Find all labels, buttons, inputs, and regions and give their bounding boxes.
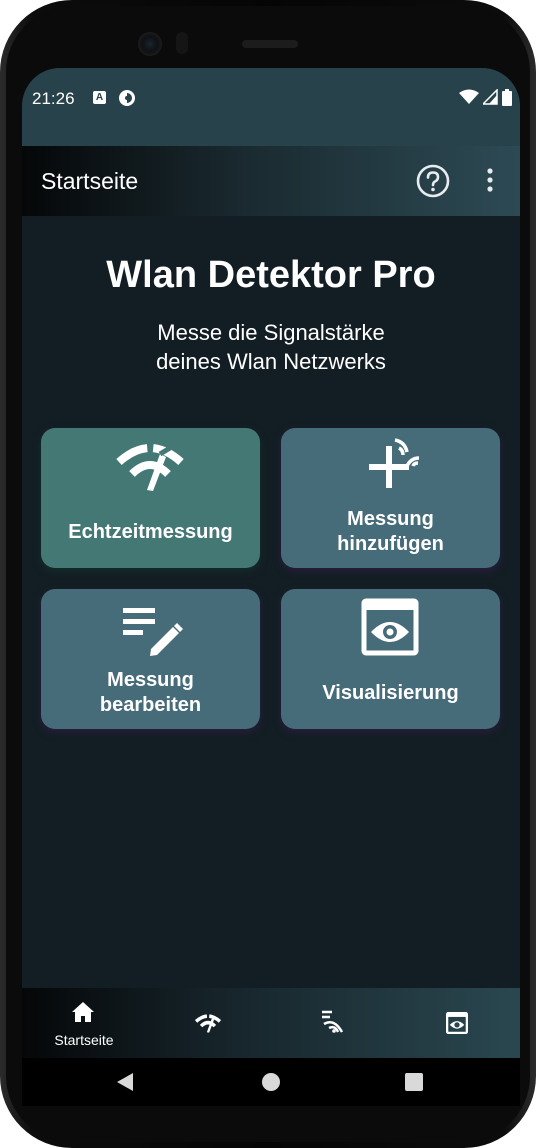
nav-item-visualization[interactable]: [394, 988, 518, 1058]
a-box-icon: A: [93, 91, 106, 104]
help-button[interactable]: [416, 164, 450, 198]
tile-label-line-2: hinzufügen: [337, 533, 444, 555]
system-status-icons: [459, 88, 512, 106]
screen: 21:26 A Startseite Wlan Detektor Pro Mes…: [22, 68, 520, 1106]
app-subtitle: Messe die Signalstärke deines Wlan Netzw…: [22, 318, 520, 376]
eye-frame-icon: [446, 1012, 468, 1034]
back-icon[interactable]: [115, 1072, 135, 1092]
cell-signal-icon: [483, 89, 498, 105]
tile-label-line-1: Messung: [107, 669, 194, 691]
nav-item-startseite[interactable]: Startseite: [22, 988, 146, 1058]
nav-item-realtime[interactable]: [146, 988, 270, 1058]
signal-waves-icon: [322, 1010, 344, 1033]
visualization-button[interactable]: Visualisierung: [281, 589, 500, 729]
more-options-button[interactable]: [482, 166, 498, 196]
tile-label-line-1: Messung: [347, 508, 434, 530]
add-measurement-icon: [369, 438, 420, 488]
edit-measurement-button[interactable]: Messung bearbeiten: [41, 589, 260, 729]
wifi-icon: [459, 89, 479, 104]
data-saver-icon: [119, 90, 135, 106]
phone-frame: 21:26 A Startseite Wlan Detektor Pro Mes…: [0, 0, 536, 1148]
home-icon: [72, 1002, 94, 1022]
bottom-navigation: Startseite: [22, 988, 520, 1058]
realtime-measurement-button[interactable]: Echtzeitmessung: [41, 428, 260, 568]
status-time: 21:26: [32, 89, 75, 108]
home-circle-icon[interactable]: [261, 1072, 281, 1092]
recents-icon[interactable]: [404, 1072, 424, 1092]
subtitle-line-2: deines Wlan Netzwerks: [156, 349, 386, 374]
tile-label-group: Messung hinzufügen: [281, 507, 500, 557]
tile-label: Visualisierung: [322, 682, 459, 704]
status-bar: 21:26 A: [22, 68, 520, 146]
camera-icon: [138, 32, 162, 56]
eye-frame-icon: [361, 598, 419, 656]
subtitle-line-1: Messe die Signalstärke: [157, 320, 385, 345]
nav-label: Startseite: [54, 1032, 114, 1048]
tile-label-group: Messung bearbeiten: [41, 668, 260, 718]
app-bar: Startseite: [22, 146, 520, 216]
tile-label-line-2: bearbeiten: [99, 694, 202, 716]
edit-list-icon: [123, 608, 183, 656]
wifi-speed-icon: [194, 1014, 222, 1033]
sensor: [176, 32, 188, 54]
app-title: Wlan Detektor Pro: [106, 254, 436, 296]
add-measurement-button[interactable]: Messung hinzufügen: [281, 428, 500, 568]
nav-item-measurement[interactable]: [270, 988, 394, 1058]
wifi-speed-icon: [116, 444, 184, 491]
speaker-grille: [242, 40, 298, 48]
help-icon: [416, 164, 450, 198]
battery-icon: [502, 88, 512, 106]
page-title: Startseite: [41, 168, 139, 194]
system-navigation: [22, 1058, 520, 1106]
more-vert-icon: [487, 168, 493, 192]
tile-label: Echtzeitmessung: [68, 521, 233, 543]
